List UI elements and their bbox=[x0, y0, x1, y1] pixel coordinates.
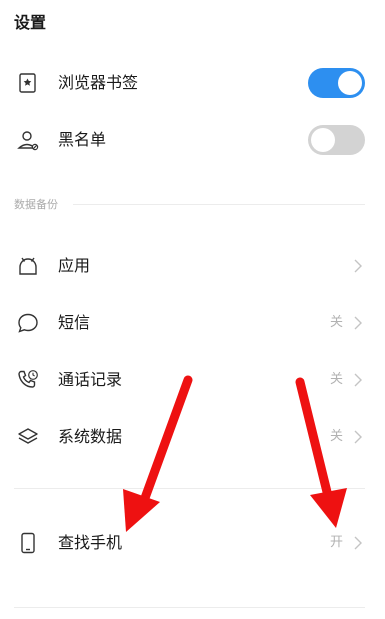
bookmarks-row[interactable]: 浏览器书签 bbox=[0, 55, 385, 111]
find-phone-label: 查找手机 bbox=[58, 533, 123, 552]
backup-item-apps[interactable]: 应用 bbox=[0, 238, 385, 294]
item-label: 短信 bbox=[58, 313, 91, 332]
item-status: 关 bbox=[329, 372, 343, 387]
item-label: 系统数据 bbox=[58, 427, 123, 446]
layers-icon bbox=[18, 428, 38, 444]
chevron-right-icon bbox=[354, 373, 362, 387]
blacklist-row[interactable]: 黑名单 bbox=[0, 112, 385, 168]
list-divider bbox=[14, 607, 365, 608]
item-status: 关 bbox=[329, 429, 343, 444]
backup-item-sms[interactable]: 短信 关 bbox=[0, 295, 385, 351]
bookmarks-toggle[interactable] bbox=[308, 68, 365, 98]
find-phone-status: 开 bbox=[329, 535, 343, 550]
chevron-right-icon bbox=[354, 259, 362, 273]
android-icon bbox=[19, 257, 37, 275]
bookmark-icon bbox=[19, 73, 36, 93]
chevron-right-icon bbox=[354, 430, 362, 444]
blacklist-label: 黑名单 bbox=[58, 130, 107, 149]
backup-item-system-data[interactable]: 系统数据 关 bbox=[0, 409, 385, 465]
find-phone-row[interactable]: 查找手机 开 bbox=[0, 515, 385, 571]
chevron-right-icon bbox=[354, 316, 362, 330]
phone-clock-icon bbox=[18, 370, 38, 388]
phone-device-icon bbox=[21, 532, 35, 554]
backup-item-call-log[interactable]: 通话记录 关 bbox=[0, 352, 385, 408]
toggle-knob bbox=[338, 71, 362, 95]
section-header: 数据备份 bbox=[14, 198, 58, 211]
bookmarks-label: 浏览器书签 bbox=[58, 73, 139, 92]
message-bubble-icon bbox=[18, 313, 38, 333]
page-title: 设置 bbox=[14, 13, 47, 32]
item-status: 关 bbox=[329, 315, 343, 330]
chevron-right-icon bbox=[354, 536, 362, 550]
item-label: 应用 bbox=[58, 256, 91, 275]
user-block-icon bbox=[17, 131, 39, 151]
blacklist-toggle[interactable] bbox=[308, 125, 365, 155]
toggle-knob bbox=[311, 128, 335, 152]
section-divider bbox=[73, 204, 365, 205]
list-divider bbox=[14, 488, 365, 489]
item-label: 通话记录 bbox=[58, 370, 123, 389]
